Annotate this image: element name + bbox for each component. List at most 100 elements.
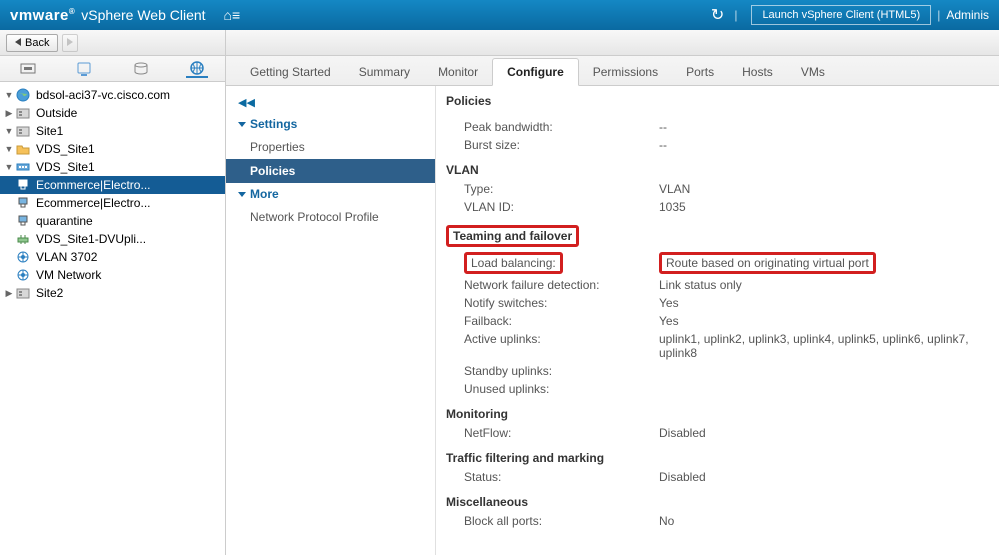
tree-node[interactable]: VM Network — [0, 266, 225, 284]
cfg-group[interactable]: Settings — [226, 113, 435, 135]
tree-node[interactable]: ▼ bdsol-aci37-vc.cisco.com — [0, 86, 225, 104]
property-key: VLAN ID: — [464, 200, 659, 214]
property-key: Active uplinks: — [464, 332, 659, 360]
tree-label: quarantine — [36, 214, 93, 228]
property-row: Block all ports:No — [446, 512, 989, 530]
property-key: NetFlow: — [464, 426, 659, 440]
folder-icon — [16, 142, 32, 156]
tree-twisty[interactable]: ▶ — [4, 108, 14, 119]
storage-tab-icon[interactable] — [130, 60, 152, 78]
product-name: vSphere Web Client — [81, 7, 205, 23]
property-row: Type:VLAN — [446, 180, 989, 198]
property-value: Link status only — [659, 278, 989, 292]
tree-label: bdsol-aci37-vc.cisco.com — [36, 88, 170, 102]
tree-twisty[interactable]: ▼ — [4, 162, 14, 172]
tree-label: Ecommerce|Electro... — [36, 196, 150, 210]
pg-icon — [16, 214, 32, 228]
collapse-nav-icon[interactable]: ◀◀ — [226, 92, 435, 113]
property-row: NetFlow:Disabled — [446, 424, 989, 442]
property-key: Block all ports: — [464, 514, 659, 528]
dc-icon — [16, 124, 32, 138]
property-row: Failback:Yes — [446, 312, 989, 330]
tab-hosts[interactable]: Hosts — [728, 59, 787, 85]
tree-node[interactable]: ▼ VDS_Site1 — [0, 140, 225, 158]
tree-label: VDS_Site1 — [36, 160, 95, 174]
header-bar: vmware® vSphere Web Client ⌂≡ ↻ | Launch… — [0, 0, 999, 30]
net-icon — [16, 250, 32, 264]
policies-panel: Policies Peak bandwidth:--Burst size:-- V… — [436, 86, 999, 555]
networking-tab-icon[interactable] — [186, 60, 208, 78]
home-icon[interactable]: ⌂≡ — [224, 7, 241, 23]
cfg-item-policies[interactable]: Policies — [226, 159, 435, 183]
tree-twisty[interactable]: ▼ — [4, 126, 14, 136]
tab-getting-started[interactable]: Getting Started — [236, 59, 345, 85]
cfg-item-network-protocol-profile[interactable]: Network Protocol Profile — [226, 205, 435, 229]
property-row: Active uplinks:uplink1, uplink2, uplink3… — [446, 330, 989, 362]
sidebar: ▼bdsol-aci37-vc.cisco.com▶Outside▼Site1▼… — [0, 56, 226, 555]
property-value: Route based on originating virtual port — [659, 252, 989, 274]
inventory-tabs — [0, 56, 225, 82]
tab-ports[interactable]: Ports — [672, 59, 728, 85]
section-header: Teaming and failover — [446, 222, 989, 250]
dvs-icon — [16, 160, 32, 174]
tree-node[interactable]: ▶Site2 — [0, 284, 225, 302]
tree-node[interactable]: VLAN 3702 — [0, 248, 225, 266]
property-key: Failback: — [464, 314, 659, 328]
tree-twisty[interactable]: ▶ — [4, 288, 14, 299]
tree-node[interactable]: ▼Site1 — [0, 122, 225, 140]
property-value: 1035 — [659, 200, 989, 214]
earth-icon — [16, 88, 32, 102]
tab-permissions[interactable]: Permissions — [579, 59, 672, 85]
property-row: Burst size:-- — [446, 136, 989, 154]
refresh-icon[interactable]: ↻ — [711, 5, 724, 25]
toolbar: Back — [0, 30, 999, 56]
property-key: Notify switches: — [464, 296, 659, 310]
launch-html5-button[interactable]: Launch vSphere Client (HTML5) — [751, 5, 931, 25]
tree-label: VDS_Site1-DVUpli... — [36, 232, 146, 246]
section-header: Traffic filtering and marking — [446, 448, 989, 468]
panel-title: Policies — [446, 94, 989, 108]
property-row: Status:Disabled — [446, 468, 989, 486]
pg-icon — [16, 178, 32, 192]
tab-vms[interactable]: VMs — [787, 59, 839, 85]
section-header: Miscellaneous — [446, 492, 989, 512]
tab-summary[interactable]: Summary — [345, 59, 424, 85]
back-button[interactable]: Back — [6, 34, 58, 52]
forward-button[interactable] — [62, 34, 78, 52]
tree-twisty[interactable]: ▼ — [4, 90, 14, 100]
property-key: Status: — [464, 470, 659, 484]
tree-node[interactable]: VDS_Site1-DVUpli... — [0, 230, 225, 248]
property-key: Type: — [464, 182, 659, 196]
hosts-tab-icon[interactable] — [17, 60, 39, 78]
property-value: Disabled — [659, 426, 989, 440]
tree-node[interactable]: Ecommerce|Electro... — [0, 176, 225, 194]
tree-node[interactable]: ▶ Outside — [0, 104, 225, 122]
cfg-item-properties[interactable]: Properties — [226, 135, 435, 159]
tree-twisty[interactable]: ▼ — [4, 144, 14, 154]
tab-configure[interactable]: Configure — [492, 58, 579, 86]
vms-tab-icon[interactable] — [73, 60, 95, 78]
property-value: -- — [659, 120, 989, 134]
property-value: uplink1, uplink2, uplink3, uplink4, upli… — [659, 332, 989, 360]
tree-label: VDS_Site1 — [36, 142, 95, 156]
inventory-tree: ▼bdsol-aci37-vc.cisco.com▶Outside▼Site1▼… — [0, 82, 225, 555]
property-value: No — [659, 514, 989, 528]
pg-icon — [16, 196, 32, 210]
property-value: -- — [659, 138, 989, 152]
dc-icon — [16, 286, 32, 300]
property-value: Yes — [659, 314, 989, 328]
tree-node[interactable]: quarantine — [0, 212, 225, 230]
cfg-group[interactable]: More — [226, 183, 435, 205]
property-key: Network failure detection: — [464, 278, 659, 292]
tree-node[interactable]: Ecommerce|Electro... — [0, 194, 225, 212]
user-menu[interactable]: Adminis — [946, 8, 989, 22]
property-key: Unused uplinks: — [464, 382, 659, 396]
tab-monitor[interactable]: Monitor — [424, 59, 492, 85]
property-value — [659, 364, 989, 378]
tree-label: VM Network — [36, 268, 101, 282]
tree-label: Outside — [36, 106, 77, 120]
property-row: Load balancing:Route based on originatin… — [446, 250, 989, 276]
tree-node[interactable]: ▼ VDS_Site1 — [0, 158, 225, 176]
property-value: Yes — [659, 296, 989, 310]
property-row: Peak bandwidth:-- — [446, 118, 989, 136]
